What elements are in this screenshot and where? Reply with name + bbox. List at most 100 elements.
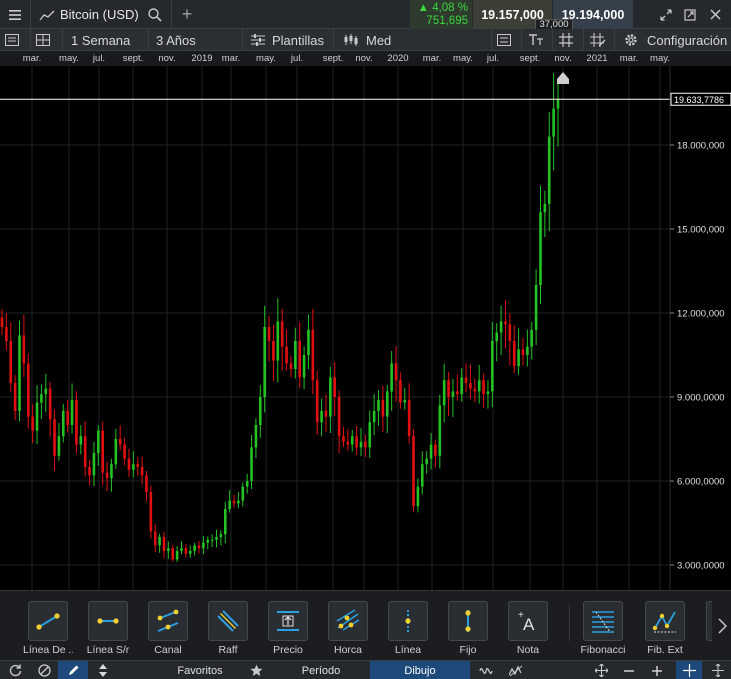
text-size-icon[interactable]	[528, 29, 546, 51]
menu-icon[interactable]	[0, 0, 30, 29]
vertical-resize-icon[interactable]	[706, 661, 730, 679]
change-pct: 4,08 %	[432, 1, 468, 14]
tool-pitchfork[interactable]: Horca	[323, 601, 373, 656]
period-selector[interactable]: 1 Semana	[71, 29, 130, 51]
candle	[123, 437, 126, 466]
indicator-icon[interactable]	[505, 661, 527, 679]
chevron-right-icon[interactable]	[714, 591, 731, 660]
candle	[407, 383, 411, 444]
sort-icon[interactable]	[88, 661, 118, 679]
tool-sr-line[interactable]: Línea S/r	[83, 601, 133, 656]
grid-icon[interactable]	[559, 29, 577, 51]
time-tick-label: may.	[59, 53, 79, 64]
up-arrow-icon: ▲	[417, 1, 429, 14]
popout-icon[interactable]	[679, 0, 701, 29]
bottom-bar: Favoritos Período Dibujo	[0, 660, 731, 679]
time-tick-label: mar.	[221, 53, 241, 64]
zoom-out-icon[interactable]	[618, 661, 640, 679]
tool-fixed[interactable]: Fijo	[443, 601, 493, 656]
channel-icon	[148, 601, 188, 641]
time-tick-label: mar.	[619, 53, 639, 64]
candle	[469, 364, 472, 399]
close-icon[interactable]	[704, 0, 726, 29]
vertical-line-icon	[388, 601, 428, 641]
time-tick-label: sept.	[519, 53, 541, 64]
candle	[184, 544, 188, 558]
price-tick-label: 6.000,0000	[677, 477, 725, 488]
tool-vertical-line[interactable]: Línea	[383, 601, 433, 656]
favorites-tab[interactable]: Favoritos	[150, 661, 250, 679]
time-tick-label: may.	[256, 53, 276, 64]
fixed-icon	[448, 601, 488, 641]
tool-note[interactable]: + A Nota	[503, 601, 553, 656]
change-abs: 751,695	[426, 14, 468, 27]
range-selector[interactable]: 3 Años	[156, 29, 196, 51]
zoom-in-icon[interactable]	[646, 661, 668, 679]
no-draw-icon[interactable]	[30, 661, 58, 679]
candle	[75, 391, 78, 454]
candle	[333, 361, 337, 416]
candle	[110, 458, 113, 492]
candle	[420, 451, 424, 495]
time-tick-label: sept.	[322, 53, 344, 64]
candle	[517, 328, 520, 375]
candle	[464, 363, 468, 393]
period-tab[interactable]: Período	[272, 661, 370, 679]
candle	[232, 494, 236, 508]
trend-line-icon	[28, 601, 68, 641]
candles-icon	[343, 29, 361, 51]
settings-button[interactable]: Configuración	[647, 29, 727, 51]
candle	[245, 473, 249, 494]
candle	[534, 269, 538, 346]
current-price-label: 19.633,7786	[674, 95, 724, 105]
list-icon[interactable]	[497, 29, 517, 51]
tool-channel[interactable]: Canal	[143, 601, 193, 656]
add-tab-icon[interactable]: +	[176, 0, 198, 29]
candle	[530, 321, 534, 360]
move-icon[interactable]	[590, 661, 612, 679]
candle	[359, 428, 363, 457]
candle	[482, 373, 485, 408]
grid-layout-icon[interactable]	[36, 29, 56, 51]
templates-button[interactable]: Plantillas	[272, 29, 324, 51]
pitchfork-icon	[328, 601, 368, 641]
candle	[486, 380, 490, 409]
star-icon[interactable]	[245, 661, 267, 679]
candle	[57, 423, 61, 461]
price-chart[interactable]: 18.000,000 15.000,000 12.000,000 9.000,0000…	[0, 66, 731, 590]
expand-icon[interactable]	[655, 0, 677, 29]
candle	[385, 384, 389, 433]
candle	[254, 418, 258, 458]
pencil-icon[interactable]	[58, 661, 88, 679]
price-type-selector[interactable]: Med	[366, 29, 391, 51]
search-icon[interactable]	[145, 0, 165, 29]
instrument-name[interactable]: Bitcoin (USD)	[60, 0, 145, 29]
refresh-icon[interactable]	[0, 661, 30, 679]
candle	[210, 534, 214, 547]
candle	[219, 530, 223, 546]
candle	[473, 378, 477, 403]
wave-icon[interactable]	[475, 661, 497, 679]
tool-raff[interactable]: Raff	[203, 601, 253, 656]
gear-icon	[624, 29, 640, 51]
tool-fibonacci[interactable]: Fibonacci	[578, 601, 628, 656]
tool-label: Precio	[273, 644, 303, 656]
candle	[504, 299, 507, 349]
crosshair-grid-icon[interactable]	[590, 29, 608, 51]
drawing-tab[interactable]: Dibujo	[370, 661, 470, 679]
tool-trend-line[interactable]: Línea De ...	[23, 601, 73, 656]
candle	[276, 298, 280, 383]
layout-icon[interactable]	[5, 29, 25, 51]
time-tick-label: nov.	[158, 53, 176, 64]
tool-label: Canal	[154, 644, 182, 656]
candle	[145, 471, 148, 502]
crosshair-icon[interactable]	[676, 661, 702, 679]
candle	[250, 435, 253, 490]
candle	[495, 323, 499, 362]
tool-fib-ext[interactable]: Fib. Ext	[640, 601, 690, 656]
time-tick-label: jul.	[290, 53, 304, 64]
tool-price[interactable]: Precio	[263, 601, 313, 656]
note-icon: + A	[508, 601, 548, 641]
candle	[5, 313, 8, 351]
candle	[18, 320, 21, 422]
